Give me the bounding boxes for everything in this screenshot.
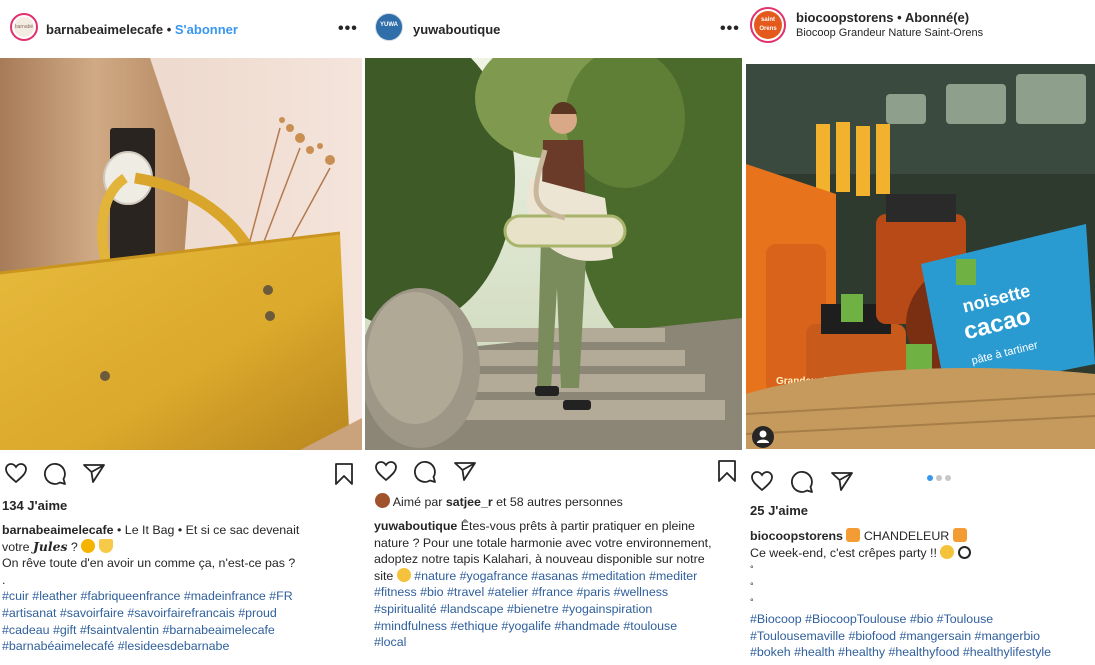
post-caption: biocoopstorens CHANDELEUR Ce week-end, c…	[750, 528, 1095, 661]
caption-text: votre	[2, 539, 30, 554]
comment-icon[interactable]	[790, 470, 814, 494]
hashtag-line[interactable]: #Toulousemaville #biofood #mangersain #m…	[750, 628, 1095, 645]
separator: •	[897, 10, 902, 25]
share-icon[interactable]	[830, 470, 854, 492]
liked-by[interactable]: Aimé par satjee_r et 58 autres personnes	[375, 493, 623, 509]
yoga-photo-image	[365, 58, 742, 450]
share-icon[interactable]	[453, 460, 477, 482]
caption-text: nature ? Pour une totale harmonie avec v…	[374, 535, 712, 550]
avatar[interactable]: saint Orens	[750, 7, 786, 43]
caption-text: adoptez notre tapis Kalahari, à nouveau …	[374, 552, 705, 567]
heart-icon[interactable]	[750, 470, 774, 492]
liked-by-suffix[interactable]: et 58 autres personnes	[496, 495, 623, 509]
hashtag-line[interactable]: #cadeau #gift #fsaintvalentin #barnabeai…	[2, 622, 360, 639]
caption-title: CHANDELEUR	[863, 529, 950, 543]
magnifier-emoji-icon	[957, 545, 971, 559]
hashtag-line[interactable]: #barnabéaimelecafé #lesideesdebarnabe	[2, 638, 360, 655]
hashtag-line[interactable]: #fitness #bio #travel #atelier #france #…	[374, 584, 740, 601]
caption-dot: °	[750, 580, 754, 591]
chef-emoji-icon	[940, 544, 955, 559]
avatar-logo: saint Orens	[754, 11, 782, 39]
following-status[interactable]: Abonné(e)	[905, 10, 969, 25]
bookmark-icon[interactable]	[334, 462, 354, 486]
post-header: saint Orens biocoopstorens • Abonné(e) B…	[746, 0, 1095, 58]
smile-emoji-icon	[396, 567, 411, 582]
post-caption: yuwaboutique Êtes-vous prêts à partir pr…	[374, 518, 740, 651]
more-options-icon[interactable]: •••	[338, 20, 358, 38]
caption-dot: °	[750, 597, 754, 608]
likes-count[interactable]: 134 J'aime	[2, 498, 67, 513]
tagged-people-icon[interactable]	[752, 426, 774, 448]
pancake-emoji-icon	[952, 528, 967, 542]
avatar[interactable]: barnabé	[10, 13, 38, 41]
post-username: barnabeaimelecafe • S'abonner	[46, 22, 238, 37]
caption-text: Ce week-end, c'est crêpes party !!	[750, 545, 937, 560]
post-photo-yoga[interactable]	[365, 58, 742, 450]
liked-by-prefix: Aimé par	[392, 495, 443, 509]
heart-icon[interactable]	[4, 462, 28, 484]
heart-icon[interactable]	[374, 460, 398, 482]
comment-icon[interactable]	[43, 462, 67, 486]
post-location[interactable]: Biocoop Grandeur Nature Saint-Orens	[796, 27, 983, 39]
comment-icon[interactable]	[413, 460, 437, 484]
liker-avatar[interactable]	[375, 493, 390, 508]
follow-button[interactable]: S'abonner	[175, 22, 238, 37]
likes-count[interactable]: 25 J'aime	[750, 503, 808, 518]
post-photo-jars[interactable]: cacao noisette pâte à tartiner Grandeur …	[746, 64, 1095, 449]
share-icon[interactable]	[82, 462, 106, 484]
caption-dot: °	[750, 564, 754, 575]
liked-by-user[interactable]: satjee_r	[446, 495, 493, 509]
hashtag-line[interactable]: #cuir #leather #fabriqueenfrance #madein…	[2, 588, 360, 605]
hashtag-line[interactable]: #bokeh #health #healthy #healthyfood #he…	[750, 644, 1095, 661]
post-username: biocoopstorens • Abonné(e)	[796, 10, 969, 25]
post-barnabeaimelecafe: barnabé barnabeaimelecafe • S'abonner ••…	[0, 0, 362, 665]
post-yuwaboutique: YUWA yuwaboutique ••• Aimé par satjee_r …	[365, 0, 742, 665]
separator: •	[166, 22, 172, 37]
post-header: barnabé barnabeaimelecafe • S'abonner ••…	[0, 0, 362, 58]
caption-text: ?	[70, 539, 78, 554]
post-biocoopstorens: saint Orens biocoopstorens • Abonné(e) B…	[746, 0, 1095, 665]
caption-text: Êtes-vous prêts à partir pratiquer en pl…	[460, 519, 695, 533]
hashtag-line[interactable]: #nature #yogafrance #asanas #meditation …	[414, 569, 697, 583]
avatar[interactable]: YUWA	[375, 13, 403, 41]
username-link[interactable]: barnabeaimelecafe	[46, 22, 163, 37]
post-caption: barnabeaimelecafe • Le It Bag • Et si ce…	[2, 522, 360, 655]
caption-text: On rêve toute d'en avoir un comme ça, n'…	[2, 556, 296, 571]
username-link[interactable]: biocoopstorens	[796, 10, 894, 25]
heart-eyes-emoji-icon	[81, 538, 96, 553]
caption-username[interactable]: biocoopstorens	[750, 529, 843, 543]
bag-photo-image	[0, 58, 362, 450]
jars-photo-image: cacao noisette pâte à tartiner Grandeur …	[746, 64, 1095, 449]
hashtag-line[interactable]: #mindfulness #ethique #yogalife #handmad…	[374, 618, 740, 635]
caption-username[interactable]: yuwaboutique	[374, 519, 457, 533]
avatar-logo: barnabé	[14, 17, 34, 37]
hashtag-line[interactable]: #artisanat #savoirfaire #savoirfairefran…	[2, 605, 360, 622]
hashtag-line[interactable]: #local	[374, 634, 740, 651]
hashtag-line[interactable]: #spiritualité #landscape #bienetre #yoga…	[374, 601, 740, 618]
pancake-emoji-icon	[846, 528, 861, 542]
caption-username[interactable]: barnabeaimelecafe	[2, 523, 114, 537]
caption-dot: .	[2, 572, 6, 587]
caption-text: • Le It Bag • Et si ce sac devenait	[117, 523, 300, 537]
avatar-logo: YUWA	[380, 22, 398, 28]
carousel-indicator	[927, 475, 951, 481]
more-options-icon[interactable]: •••	[720, 20, 740, 38]
bookmark-icon[interactable]	[717, 459, 737, 483]
caption-text: site	[374, 568, 394, 583]
post-photo-bag[interactable]	[0, 58, 362, 450]
hashtag-line[interactable]: #Biocoop #BiocoopToulouse #bio #Toulouse	[750, 611, 1095, 628]
yellow-heart-icon	[98, 538, 113, 553]
post-header: YUWA yuwaboutique •••	[365, 0, 742, 58]
username-link[interactable]: yuwaboutique	[413, 22, 500, 37]
caption-bold-name: Jules	[33, 538, 68, 554]
